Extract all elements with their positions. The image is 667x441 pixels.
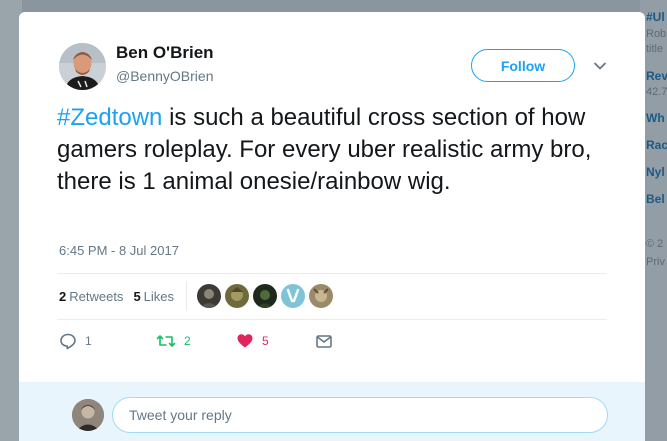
user-avatar-photo-icon [59,43,106,90]
reply-action[interactable]: 1 [59,332,92,350]
bg-footer-text: Priv [646,256,665,268]
heart-icon [237,334,253,348]
bg-trend-text: 42.7 [646,86,667,98]
current-user-avatar-icon [72,399,104,431]
tweet-text: #Zedtown is such a beautiful cross secti… [57,102,617,198]
bg-trend-text: Rob [646,28,667,40]
liker-avatar[interactable] [197,284,222,308]
retweets-stat[interactable]: 2 Retweets [59,289,123,304]
bg-trend-link: #Ul [646,10,665,24]
tweet-actions: 1 2 5 [59,332,359,352]
retweet-action[interactable]: 2 [156,332,191,350]
reply-input[interactable] [112,397,608,433]
reply-count: 1 [85,334,92,348]
liker-avatar-3-icon [253,284,278,308]
follow-button[interactable]: Follow [471,49,575,82]
liker-avatar-2-icon [225,284,250,308]
reply-composer [19,382,645,441]
bg-trend-link: Rev [646,69,667,83]
more-options-button[interactable] [591,57,609,75]
author-handle[interactable]: @BennyOBrien [116,68,213,84]
liker-avatar-4-icon [281,284,306,308]
divider [57,273,607,274]
bg-footer-text: © 2 [646,238,664,250]
retweets-count: 2 [59,288,67,304]
like-count: 5 [262,334,269,348]
divider [57,319,607,320]
hashtag-link[interactable]: #Zedtown [57,104,162,131]
author-avatar[interactable] [59,43,106,90]
likes-label: Likes [143,288,175,304]
current-user-avatar[interactable] [72,399,104,431]
liker-avatar[interactable] [309,284,334,308]
envelope-icon [316,335,332,348]
retweet-icon [156,335,176,347]
liker-avatar-5-icon [309,284,334,308]
bg-trend-link: Bel [646,192,665,206]
bg-trend-link: Rac [646,138,667,152]
liker-avatar[interactable] [253,284,278,308]
reply-icon [60,333,76,350]
bg-trend-text: title [646,43,664,55]
tweet-timestamp[interactable]: 6:45 PM - 8 Jul 2017 [59,243,179,258]
stats-divider [186,281,188,311]
likes-count: 5 [133,288,141,304]
tweet-modal: Ben O'Brien @BennyOBrien Follow #Zedtown… [19,12,645,441]
chevron-down-icon [594,62,606,70]
bg-trend-link: Nyl [646,165,665,179]
likes-stat[interactable]: 5 Likes [133,289,174,304]
liker-avatar[interactable] [225,284,250,308]
author-name[interactable]: Ben O'Brien [116,43,214,63]
bg-trend-link: Wh [646,111,665,125]
liker-avatar[interactable] [281,284,306,308]
liker-avatars [197,284,334,308]
retweets-label: Retweets [69,288,124,304]
like-action[interactable]: 5 [236,332,269,350]
liker-avatar-1-icon [197,284,222,308]
tweet-stats: 2 Retweets 5 Likes [59,281,334,311]
direct-message-action[interactable] [315,332,333,350]
retweet-count: 2 [184,334,191,348]
